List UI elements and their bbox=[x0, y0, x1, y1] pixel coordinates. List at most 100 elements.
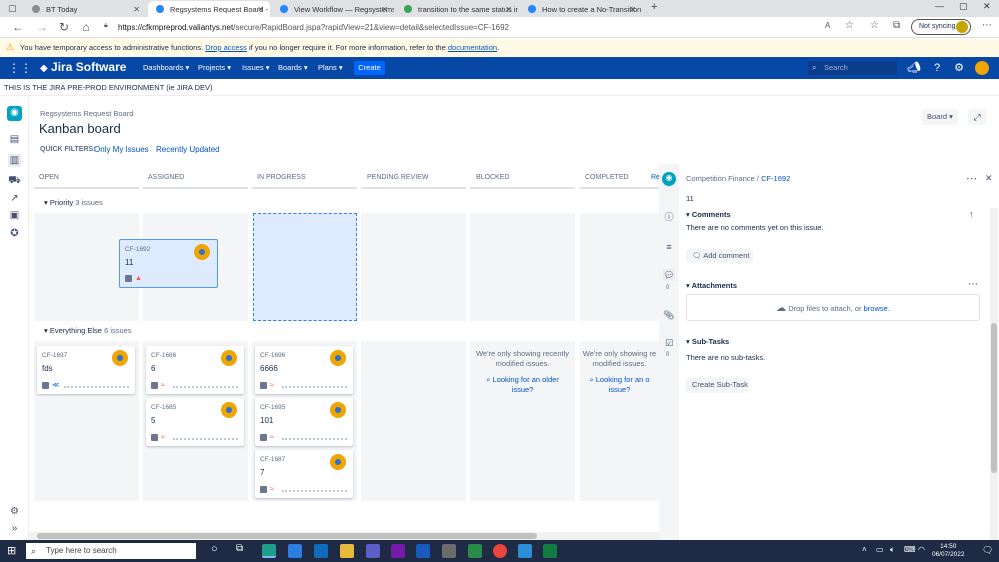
attachment-dropzone[interactable]: ☁ Drop files to attach, or browse. bbox=[686, 294, 980, 321]
browser-menu-icon[interactable]: ▢ bbox=[8, 3, 17, 14]
close-icon[interactable]: ✕ bbox=[629, 5, 636, 14]
calculator-icon[interactable] bbox=[442, 544, 456, 558]
browser-tab[interactable]: View Workflow — Regsystems R ✕ bbox=[272, 1, 394, 17]
swimlane-priority[interactable]: ▾ Priority 3 issues bbox=[44, 198, 103, 207]
browser-tab[interactable]: transition to the same status in j ✕ bbox=[396, 1, 518, 17]
back-icon[interactable]: ← bbox=[10, 20, 26, 34]
window-close-icon[interactable]: ✕ bbox=[983, 1, 991, 12]
nav-dashboards[interactable]: Dashboards ▾ bbox=[143, 63, 189, 72]
onenote-icon[interactable] bbox=[391, 544, 405, 558]
description-icon[interactable]: ≡ bbox=[663, 241, 675, 253]
chrome-icon[interactable] bbox=[493, 544, 507, 558]
issue-card[interactable]: CF-1687 7 ≈ bbox=[255, 450, 353, 498]
taskbar-search-input[interactable]: ⌕ Type here to search bbox=[26, 543, 196, 559]
help-icon[interactable]: ? bbox=[930, 61, 944, 75]
read-aloud-icon[interactable]: A bbox=[825, 21, 830, 30]
notifications-center-icon[interactable]: 🗨︎ bbox=[982, 545, 993, 556]
close-panel-icon[interactable]: ✕ bbox=[985, 173, 993, 184]
releases-icon[interactable]: ⛟ bbox=[8, 174, 21, 187]
issue-card[interactable]: CF-1697 fds ≪ bbox=[37, 346, 135, 394]
create-subtask-button[interactable]: Create Sub-Task bbox=[686, 378, 748, 393]
nav-plans[interactable]: Plans ▾ bbox=[318, 63, 343, 72]
wifi-icon[interactable]: ◠ bbox=[918, 545, 925, 554]
excel-icon[interactable] bbox=[543, 544, 557, 558]
details-info-icon[interactable]: ⓘ bbox=[663, 211, 675, 223]
edge-dev-icon[interactable] bbox=[262, 544, 276, 558]
issue-key-link[interactable]: CF-1692 bbox=[761, 174, 790, 183]
documentation-link[interactable]: documentation bbox=[448, 43, 497, 52]
subtasks-section-header[interactable]: ▾ Sub-Tasks bbox=[686, 337, 729, 346]
comment-icon[interactable]: 💬︎ bbox=[663, 269, 675, 281]
close-icon[interactable]: ✕ bbox=[381, 5, 388, 14]
issues-icon[interactable]: ▣ bbox=[8, 209, 21, 222]
expand-sidebar-icon[interactable]: » bbox=[8, 522, 21, 535]
word-icon[interactable] bbox=[416, 544, 430, 558]
attachment-icon[interactable]: 📎︎ bbox=[663, 309, 675, 321]
issue-card[interactable]: CF-1686 6 ≈ bbox=[146, 346, 244, 394]
maximize-icon[interactable]: ▢ bbox=[959, 1, 968, 12]
user-avatar[interactable] bbox=[975, 61, 989, 75]
nav-boards[interactable]: Boards ▾ bbox=[278, 63, 308, 72]
favorites-bar-icon[interactable]: ☆ bbox=[870, 20, 879, 31]
drop-access-link[interactable]: Drop access bbox=[205, 43, 247, 52]
task-view-icon[interactable]: ⧉ bbox=[236, 543, 243, 554]
forward-icon[interactable]: → bbox=[34, 20, 50, 34]
favorite-icon[interactable]: ☆ bbox=[845, 20, 854, 31]
browser-tab[interactable]: BT Today ✕ bbox=[24, 1, 146, 17]
filter-only-my-issues[interactable]: Only My Issues bbox=[94, 145, 149, 154]
app-switcher-icon[interactable]: ⋮⋮ bbox=[8, 61, 32, 75]
volume-icon[interactable]: 🔈︎ bbox=[890, 545, 895, 555]
close-icon[interactable]: ✕ bbox=[257, 5, 264, 14]
excel-file-icon[interactable] bbox=[468, 544, 482, 558]
reports-icon[interactable]: ↗ bbox=[8, 192, 21, 205]
notifications-icon[interactable]: 📣︎ bbox=[907, 61, 921, 75]
collections-icon[interactable]: ⧉ bbox=[893, 20, 900, 31]
file-explorer-icon[interactable] bbox=[340, 544, 354, 558]
board-icon[interactable]: ▥ bbox=[8, 154, 21, 167]
url-field[interactable]: https://cfkmpreprod.valiantys.net/secure… bbox=[118, 20, 908, 35]
issue-card[interactable]: CF-1696 6666 ≈ bbox=[255, 346, 353, 394]
browse-link[interactable]: browse. bbox=[864, 304, 890, 313]
keyboard-icon[interactable]: ⌨ bbox=[904, 545, 916, 554]
older-issues-link[interactable]: ⌕ Looking for an o issue? bbox=[580, 375, 659, 395]
issue-card[interactable]: CF-1695 101 ≈ bbox=[255, 398, 353, 446]
attachments-more-icon[interactable]: ⋯ bbox=[968, 279, 978, 290]
create-button[interactable]: Create bbox=[354, 61, 385, 75]
browser-tab[interactable]: How to create a No-Transition Tr ✕ bbox=[520, 1, 642, 17]
issue-card[interactable]: CF-1685 5 ≈ bbox=[146, 398, 244, 446]
board-view-dropdown[interactable]: Board ▾ bbox=[922, 109, 958, 125]
teams-icon[interactable] bbox=[366, 544, 380, 558]
add-comment-button[interactable]: 🗨︎ Add comment bbox=[686, 249, 753, 263]
older-issues-link[interactable]: ⌕ Looking for an older issue? bbox=[470, 375, 575, 395]
minimize-icon[interactable]: — bbox=[935, 1, 944, 11]
column-drop-target[interactable] bbox=[253, 213, 357, 321]
cortana-icon[interactable]: ○ bbox=[211, 543, 218, 555]
close-icon[interactable]: ✕ bbox=[505, 5, 512, 14]
search-input[interactable]: ⌕ Search bbox=[808, 61, 897, 75]
project-avatar-icon[interactable]: ◉ bbox=[7, 106, 22, 121]
breadcrumb[interactable]: Regsystems Request Board bbox=[40, 109, 133, 118]
project-link[interactable]: Competition Finance bbox=[686, 174, 755, 183]
issue-summary[interactable]: 11 bbox=[686, 194, 694, 203]
outlook-icon[interactable] bbox=[314, 544, 328, 558]
more-actions-icon[interactable]: ⋯ bbox=[966, 172, 977, 185]
scrollbar-thumb[interactable] bbox=[991, 323, 997, 473]
comments-section-header[interactable]: ▾ Comments bbox=[686, 210, 731, 219]
fullscreen-icon[interactable]: ⤢ bbox=[968, 109, 986, 125]
system-clock[interactable]: 14:50 06/07/2022 bbox=[932, 543, 965, 559]
project-settings-icon[interactable]: ⚙ bbox=[8, 505, 21, 518]
nav-issues[interactable]: Issues ▾ bbox=[242, 63, 270, 72]
backlog-icon[interactable]: ▤ bbox=[8, 133, 21, 146]
swimlane-everything-else[interactable]: ▾ Everything Else 6 issues bbox=[44, 326, 132, 335]
new-tab-icon[interactable]: + bbox=[651, 1, 657, 13]
jira-logo[interactable]: ◆ Jira Software bbox=[40, 60, 126, 74]
network-icon[interactable]: ▭ bbox=[876, 545, 884, 554]
azure-icon[interactable] bbox=[518, 544, 532, 558]
filter-recently-updated[interactable]: Recently Updated bbox=[156, 145, 220, 154]
tray-chevron-icon[interactable]: ˄ bbox=[862, 545, 867, 554]
refresh-icon[interactable]: ↻ bbox=[56, 20, 72, 34]
components-icon[interactable]: ✪ bbox=[8, 227, 21, 240]
settings-gear-icon[interactable]: ⚙ bbox=[952, 61, 966, 75]
detail-scrollbar[interactable] bbox=[990, 208, 998, 540]
home-icon[interactable]: ⌂ bbox=[78, 20, 94, 34]
